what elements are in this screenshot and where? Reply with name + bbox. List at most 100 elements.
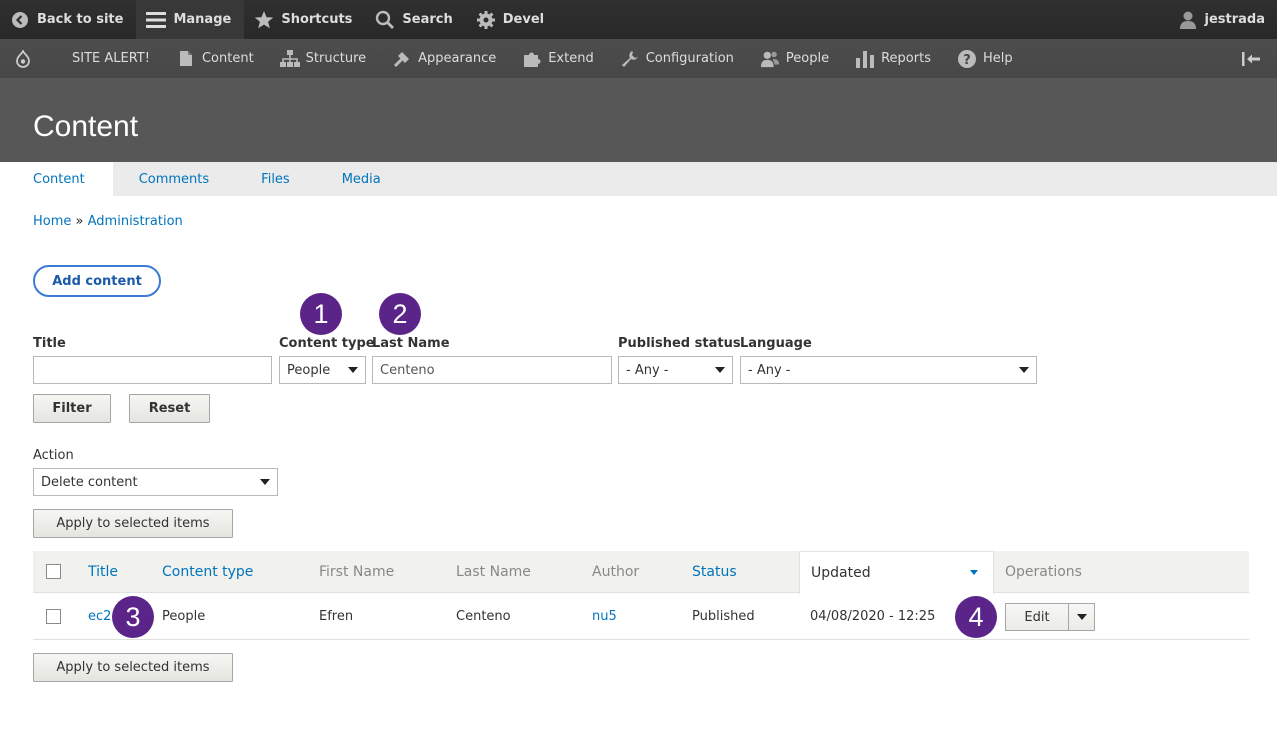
row-checkbox[interactable] xyxy=(46,609,61,624)
hamburger-icon xyxy=(146,10,167,30)
add-content-button[interactable]: Add content xyxy=(33,265,161,297)
sort-desc-icon xyxy=(970,570,978,575)
search-label: Search xyxy=(402,12,453,27)
col-operations: Operations xyxy=(1005,564,1082,580)
search-tab[interactable]: Search xyxy=(365,0,465,39)
apply-to-selected-button-bottom[interactable]: Apply to selected items xyxy=(33,653,233,682)
select-all-checkbox[interactable] xyxy=(46,564,61,579)
chevron-down-icon xyxy=(260,479,270,485)
people-icon xyxy=(760,49,780,69)
content-type-select[interactable]: People xyxy=(279,356,366,384)
row-updated: 04/08/2020 - 12:25 xyxy=(810,609,936,624)
manage-tab[interactable]: Manage xyxy=(136,0,245,39)
shortcuts-label: Shortcuts xyxy=(281,12,353,27)
star-icon xyxy=(254,10,274,30)
admin-toolbar: Back to site Manage Shortcuts Search Dev… xyxy=(0,0,1277,39)
username: jestrada xyxy=(1204,12,1266,27)
tray-reports-label: Reports xyxy=(881,51,931,66)
tray-appearance-label: Appearance xyxy=(418,51,497,66)
action-label: Action xyxy=(33,448,74,463)
row-author-link[interactable]: nu5 xyxy=(592,593,617,640)
chevron-down-icon xyxy=(1019,367,1029,373)
drupal-drop-icon xyxy=(13,49,33,69)
paintbrush-icon xyxy=(392,49,412,69)
primary-tabs: Content Comments Files Media xyxy=(0,162,1277,196)
col-last-name: Last Name xyxy=(456,564,531,580)
row-first-name: Efren xyxy=(319,609,354,624)
published-status-label: Published status xyxy=(618,336,741,351)
back-to-site-label: Back to site xyxy=(37,12,124,27)
edit-button[interactable]: Edit xyxy=(1006,604,1069,630)
published-status-value: - Any - xyxy=(626,362,669,378)
content-type-value: People xyxy=(287,362,331,378)
document-icon xyxy=(176,49,196,69)
apply-to-selected-button-top[interactable]: Apply to selected items xyxy=(33,509,233,538)
back-arrow-icon xyxy=(10,10,30,30)
page-header: Content xyxy=(0,78,1277,162)
manage-label: Manage xyxy=(173,12,232,27)
page-title: Content xyxy=(33,110,139,143)
back-to-site-link[interactable]: Back to site xyxy=(0,0,136,39)
chevron-down-icon xyxy=(1076,614,1087,620)
tab-content[interactable]: Content xyxy=(0,162,113,196)
tab-files[interactable]: Files xyxy=(235,162,316,196)
puzzle-icon xyxy=(522,49,542,69)
breadcrumb: Home » Administration xyxy=(33,214,183,229)
svg-text:?: ? xyxy=(963,53,971,68)
row-title-link[interactable]: ec2 xyxy=(88,593,111,640)
col-updated[interactable]: Updated xyxy=(799,551,994,594)
tray-content[interactable]: Content xyxy=(163,39,267,78)
row-content-type: People xyxy=(162,609,206,624)
last-name-input[interactable]: Centeno xyxy=(372,356,612,384)
breadcrumb-separator: » xyxy=(75,214,84,229)
col-title[interactable]: Title xyxy=(88,551,118,593)
devel-tab[interactable]: Devel xyxy=(466,0,557,39)
devel-label: Devel xyxy=(502,12,545,27)
row-status: Published xyxy=(692,609,755,624)
breadcrumb-administration[interactable]: Administration xyxy=(88,214,183,229)
breadcrumb-home[interactable]: Home xyxy=(33,214,71,229)
tray-people[interactable]: People xyxy=(747,39,842,78)
action-select[interactable]: Delete content xyxy=(33,468,278,496)
filter-button[interactable]: Filter xyxy=(33,394,111,423)
tray-configuration[interactable]: Configuration xyxy=(607,39,747,78)
help-icon: ? xyxy=(957,49,977,69)
site-alert-link[interactable]: SITE ALERT! xyxy=(36,39,163,78)
site-alert-label: SITE ALERT! xyxy=(72,51,150,66)
title-filter-input[interactable] xyxy=(33,356,272,384)
step-marker-1: 1 xyxy=(300,293,342,335)
tray-appearance[interactable]: Appearance xyxy=(379,39,509,78)
last-name-label: Last Name xyxy=(372,336,450,351)
operations-toggle[interactable] xyxy=(1069,604,1094,630)
tray-structure[interactable]: Structure xyxy=(267,39,379,78)
sitemap-icon xyxy=(279,49,300,69)
content-type-label: Content type xyxy=(279,336,375,351)
content-table-header: Title Content type First Name Last Name … xyxy=(33,551,1249,594)
search-icon xyxy=(375,10,395,30)
user-menu[interactable]: jestrada xyxy=(1168,0,1277,39)
tab-media[interactable]: Media xyxy=(316,162,407,196)
reset-button[interactable]: Reset xyxy=(129,394,210,423)
tray-reports[interactable]: Reports xyxy=(842,39,944,78)
col-status[interactable]: Status xyxy=(692,551,737,593)
tab-comments[interactable]: Comments xyxy=(113,162,235,196)
tray-help[interactable]: ? Help xyxy=(944,39,1026,78)
col-author: Author xyxy=(592,564,640,580)
published-status-select[interactable]: - Any - xyxy=(618,356,733,384)
operations-dropbutton: Edit xyxy=(1005,603,1095,631)
language-value: - Any - xyxy=(748,362,791,378)
tray-orientation-toggle[interactable] xyxy=(1231,39,1277,78)
tray-extend[interactable]: Extend xyxy=(509,39,607,78)
language-label: Language xyxy=(740,336,812,351)
admin-tray: SITE ALERT! Content Structure Appearance… xyxy=(0,39,1277,78)
tray-people-label: People xyxy=(785,51,830,66)
language-select[interactable]: - Any - xyxy=(740,356,1037,384)
tray-content-label: Content xyxy=(201,51,254,66)
chevron-down-icon xyxy=(715,367,725,373)
col-updated-label: Updated xyxy=(811,565,871,581)
chevron-down-icon xyxy=(348,367,358,373)
col-content-type[interactable]: Content type xyxy=(162,551,253,593)
tray-help-label: Help xyxy=(982,51,1013,66)
shortcuts-tab[interactable]: Shortcuts xyxy=(244,0,365,39)
title-filter-label: Title xyxy=(33,336,66,351)
